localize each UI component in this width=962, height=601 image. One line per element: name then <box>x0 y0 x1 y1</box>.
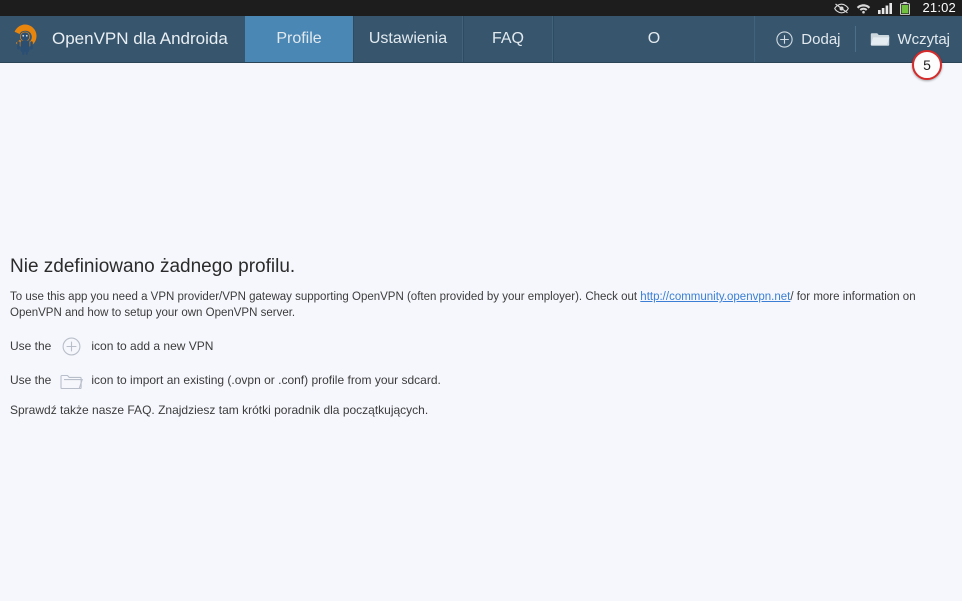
empty-state-title: Nie zdefiniowano żadnego profilu. <box>10 256 296 277</box>
wifi-icon <box>856 2 871 14</box>
folder-icon <box>870 31 890 47</box>
tab-o[interactable]: O <box>553 16 755 62</box>
circle-plus-icon <box>59 335 83 357</box>
action-bar: OpenVPN dla Androida Profile Ustawienia … <box>0 16 962 63</box>
app-title: OpenVPN dla Androida <box>52 29 228 48</box>
eye-icon <box>834 3 850 14</box>
tab-faq[interactable]: FAQ <box>463 16 553 62</box>
import-profile-button[interactable]: Wczytaj <box>866 31 955 48</box>
hint-import-prefix: Use the <box>10 373 52 388</box>
tab-ustawienia[interactable]: Ustawienia <box>353 16 463 62</box>
circle-plus-icon <box>776 30 793 48</box>
tab-bar: Profile Ustawienia FAQ O <box>245 16 755 62</box>
faq-note: Sprawdź także nasze FAQ. Znajdziesz tam … <box>10 403 429 418</box>
tab-profile[interactable]: Profile <box>245 16 353 62</box>
battery-icon <box>900 1 911 15</box>
signal-icon <box>878 2 893 14</box>
hint-import-profile: Use the icon to import an existing (.ovp… <box>10 369 952 391</box>
step-badge: 5 <box>912 50 942 80</box>
openvpn-android-logo-icon <box>8 22 42 56</box>
tab-faq-label: FAQ <box>491 30 524 47</box>
action-divider <box>854 26 856 52</box>
tab-ustawienia-label: Ustawienia <box>368 30 448 47</box>
tab-profile-label: Profile <box>276 30 322 47</box>
main-content: Nie zdefiniowano żadnego profilu. To use… <box>0 64 962 601</box>
folder-icon <box>59 369 83 391</box>
hint-add-vpn: Use the icon to add a new VPN <box>10 335 952 357</box>
empty-state-description: To use this app you need a VPN provider/… <box>10 290 952 321</box>
empty-state: Nie zdefiniowano żadnego profilu. To use… <box>10 256 952 417</box>
hint-import-suffix: icon to import an existing (.ovpn or .co… <box>91 373 441 388</box>
status-bar-clock: 21:02 <box>922 0 956 15</box>
import-profile-label: Wczytaj <box>897 30 951 48</box>
openvpn-community-link[interactable]: http://community.openvpn.net <box>640 291 790 303</box>
hint-add-prefix: Use the <box>10 339 52 354</box>
add-profile-label: Dodaj <box>801 30 841 48</box>
status-bar-icons: 21:02 <box>834 0 956 16</box>
app-brand: OpenVPN dla Androida <box>0 16 245 62</box>
hint-add-suffix: icon to add a new VPN <box>91 339 214 354</box>
status-bar: 21:02 <box>0 0 962 16</box>
add-profile-button[interactable]: Dodaj <box>772 31 844 48</box>
description-text-before-link: To use this app you need a VPN provider/… <box>10 291 641 303</box>
app-root: 21:02 OpenVPN dla Androida Profile Ustaw… <box>0 0 962 601</box>
tab-o-label: O <box>647 30 661 47</box>
